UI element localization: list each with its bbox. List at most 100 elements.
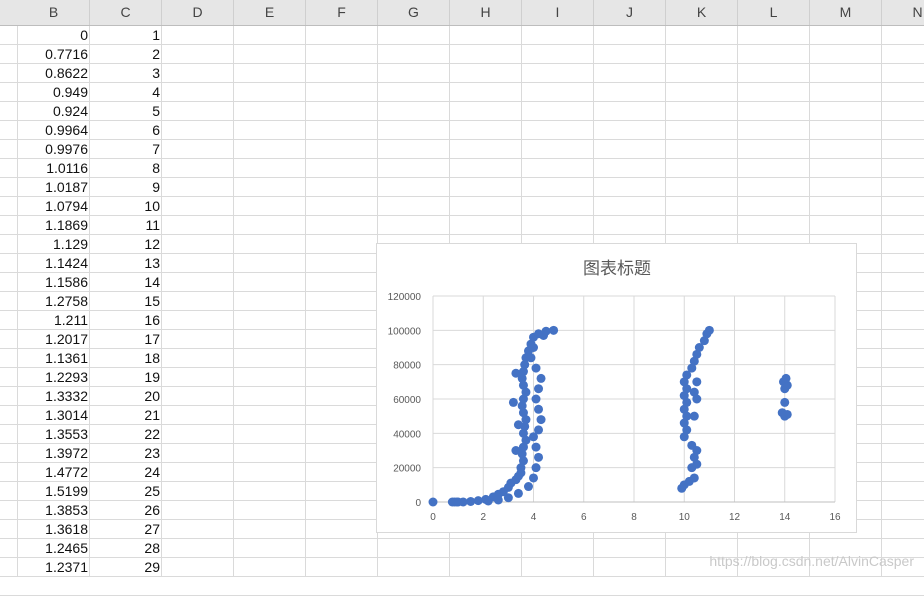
cell-b[interactable]: 1.3618 — [18, 520, 90, 539]
cell-b[interactable]: 1.3014 — [18, 406, 90, 425]
y-tick-label: 120000 — [388, 292, 422, 303]
cell-b[interactable]: 1.4772 — [18, 463, 90, 482]
scatter-point — [531, 463, 541, 473]
cell-c[interactable]: 22 — [90, 425, 162, 444]
cell-b[interactable]: 0.9964 — [18, 121, 90, 140]
cell-c[interactable]: 21 — [90, 406, 162, 425]
scatter-point — [687, 440, 697, 450]
column-header-m[interactable]: M — [810, 0, 882, 25]
y-tick-label: 60000 — [393, 395, 421, 406]
y-tick-label: 20000 — [393, 464, 421, 475]
scatter-point — [781, 373, 791, 383]
cell-b[interactable]: 0.8622 — [18, 64, 90, 83]
cell-c[interactable]: 2 — [90, 45, 162, 64]
cell-b[interactable]: 0.924 — [18, 102, 90, 121]
cell-c[interactable]: 29 — [90, 558, 162, 577]
cell-c[interactable]: 5 — [90, 102, 162, 121]
x-tick-label: 2 — [480, 512, 486, 523]
column-header-b[interactable]: B — [18, 0, 90, 25]
chart-canvas: 图表标题 0 20000 40000 60000 80000 100000 120000 0 2 4… — [388, 259, 841, 523]
column-header-k[interactable]: K — [666, 0, 738, 25]
y-tick-label: 100000 — [388, 326, 422, 337]
cell-c[interactable]: 6 — [90, 121, 162, 140]
cell-b[interactable]: 0.9976 — [18, 140, 90, 159]
cell-c[interactable]: 15 — [90, 292, 162, 311]
cell-b[interactable]: 1.2371 — [18, 558, 90, 577]
cell-c[interactable]: 23 — [90, 444, 162, 463]
cell-c[interactable]: 10 — [90, 197, 162, 216]
column-header-h[interactable]: H — [450, 0, 522, 25]
cell-b[interactable]: 1.0794 — [18, 197, 90, 216]
cell-b[interactable]: 1.2293 — [18, 368, 90, 387]
cell-c[interactable]: 1 — [90, 26, 162, 45]
scatter-point — [689, 411, 699, 421]
column-header-c[interactable]: C — [90, 0, 162, 25]
cell-c[interactable]: 20 — [90, 387, 162, 406]
cell-c[interactable]: 3 — [90, 64, 162, 83]
scatter-point — [513, 420, 523, 430]
watermark: https://blog.csdn.net/AlvinCasper — [709, 553, 914, 569]
scatter-chart[interactable]: 图表标题 0 20000 40000 60000 80000 100000 120000 0 2 4… — [376, 243, 857, 533]
cell-b[interactable]: 1.211 — [18, 311, 90, 330]
cell-c[interactable]: 26 — [90, 501, 162, 520]
column-header-j[interactable]: J — [594, 0, 666, 25]
cell-c[interactable]: 13 — [90, 254, 162, 273]
cell-b[interactable]: 1.5199 — [18, 482, 90, 501]
cell-b[interactable]: 1.129 — [18, 235, 90, 254]
cell-b[interactable]: 1.1869 — [18, 216, 90, 235]
column-header-d[interactable]: D — [162, 0, 234, 25]
column-header-g[interactable]: G — [378, 0, 450, 25]
scatter-point — [523, 482, 533, 492]
cell-c[interactable]: 8 — [90, 159, 162, 178]
column-gridline — [233, 26, 234, 577]
column-gridline — [305, 26, 306, 577]
cell-b[interactable]: 1.0187 — [18, 178, 90, 197]
column-header-bar: BCDEFGHIJKLMN — [0, 0, 924, 26]
column-header-i[interactable]: I — [522, 0, 594, 25]
scatter-point — [529, 343, 538, 352]
cell-c[interactable]: 11 — [90, 216, 162, 235]
cell-b[interactable]: 0.949 — [18, 83, 90, 102]
column-header-l[interactable]: L — [738, 0, 810, 25]
cell-c[interactable]: 19 — [90, 368, 162, 387]
scatter-point — [508, 397, 518, 407]
cell-c[interactable]: 12 — [90, 235, 162, 254]
y-tick-label: 0 — [415, 498, 421, 509]
cell-b[interactable]: 1.1361 — [18, 349, 90, 368]
cell-b[interactable]: 1.3553 — [18, 425, 90, 444]
scatter-point — [534, 384, 544, 394]
cell-c[interactable]: 17 — [90, 330, 162, 349]
scatter-point — [511, 368, 521, 378]
cell-b[interactable]: 0 — [18, 26, 90, 45]
scatter-point — [534, 452, 544, 462]
cell-b[interactable]: 1.3972 — [18, 444, 90, 463]
x-tick-label: 6 — [581, 512, 587, 523]
cell-c[interactable]: 24 — [90, 463, 162, 482]
cell-b[interactable]: 0.7716 — [18, 45, 90, 64]
cell-c[interactable]: 28 — [90, 539, 162, 558]
scatter-point — [483, 496, 493, 506]
cell-b[interactable]: 1.3332 — [18, 387, 90, 406]
cell-c[interactable]: 7 — [90, 140, 162, 159]
scatter-point — [503, 493, 513, 503]
cell-c[interactable]: 16 — [90, 311, 162, 330]
cell-b[interactable]: 1.2758 — [18, 292, 90, 311]
cell-c[interactable]: 4 — [90, 83, 162, 102]
cell-b[interactable]: 1.0116 — [18, 159, 90, 178]
column-header-n[interactable]: N — [882, 0, 924, 25]
cell-b[interactable]: 1.2465 — [18, 539, 90, 558]
column-header-f[interactable]: F — [306, 0, 378, 25]
cell-c[interactable]: 25 — [90, 482, 162, 501]
cell-c[interactable]: 9 — [90, 178, 162, 197]
scatter-point — [531, 442, 541, 452]
cell-b[interactable]: 1.1424 — [18, 254, 90, 273]
column-gridline — [881, 26, 882, 577]
cell-b[interactable]: 1.3853 — [18, 501, 90, 520]
cell-c[interactable]: 27 — [90, 520, 162, 539]
column-header-e[interactable]: E — [234, 0, 306, 25]
cell-c[interactable]: 14 — [90, 273, 162, 292]
scatter-point — [428, 497, 438, 507]
cell-b[interactable]: 1.1586 — [18, 273, 90, 292]
cell-c[interactable]: 18 — [90, 349, 162, 368]
cell-b[interactable]: 1.2017 — [18, 330, 90, 349]
